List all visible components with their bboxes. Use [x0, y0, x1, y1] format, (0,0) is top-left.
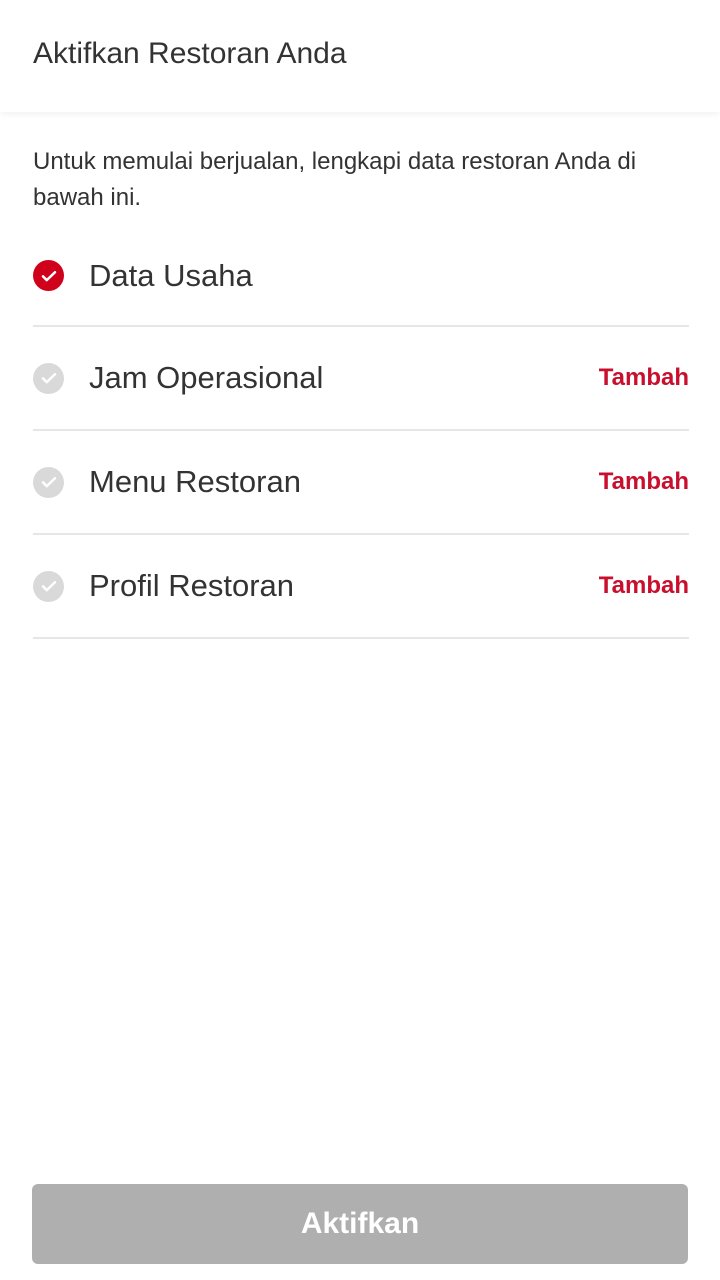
checklist-item-menu-restoran[interactable]: Menu Restoran Tambah — [33, 431, 689, 535]
checklist: Data Usaha Jam Operasional Tambah Menu R… — [33, 226, 689, 639]
checklist-item-data-usaha[interactable]: Data Usaha — [33, 226, 689, 327]
checklist-item-jam-operasional[interactable]: Jam Operasional Tambah — [33, 327, 689, 431]
add-menu-restoran-link[interactable]: Tambah — [599, 468, 689, 496]
check-circle-icon — [33, 362, 64, 394]
check-circle-icon — [33, 570, 64, 602]
intro-text: Untuk memulai berjualan, lengkapi data r… — [33, 148, 637, 211]
checklist-item-label: Profil Restoran — [89, 568, 295, 603]
add-profil-restoran-link[interactable]: Tambah — [599, 572, 689, 600]
activate-restaurant-screen: Aktifkan Restoran Anda Untuk memulai ber… — [0, 0, 720, 1280]
check-circle-icon — [33, 466, 64, 498]
check-circle-filled-icon — [33, 260, 64, 291]
checklist-item-label: Menu Restoran — [89, 464, 301, 499]
add-jam-operasional-link[interactable]: Tambah — [599, 364, 689, 392]
page-title: Aktifkan Restoran Anda — [33, 37, 347, 70]
checklist-item-profil-restoran[interactable]: Profil Restoran Tambah — [33, 535, 689, 639]
checklist-item-label: Data Usaha — [89, 257, 253, 293]
checklist-item-label: Jam Operasional — [89, 360, 324, 395]
app-bar: Aktifkan Restoran Anda — [0, 0, 720, 112]
activate-button[interactable]: Aktifkan — [32, 1184, 688, 1264]
